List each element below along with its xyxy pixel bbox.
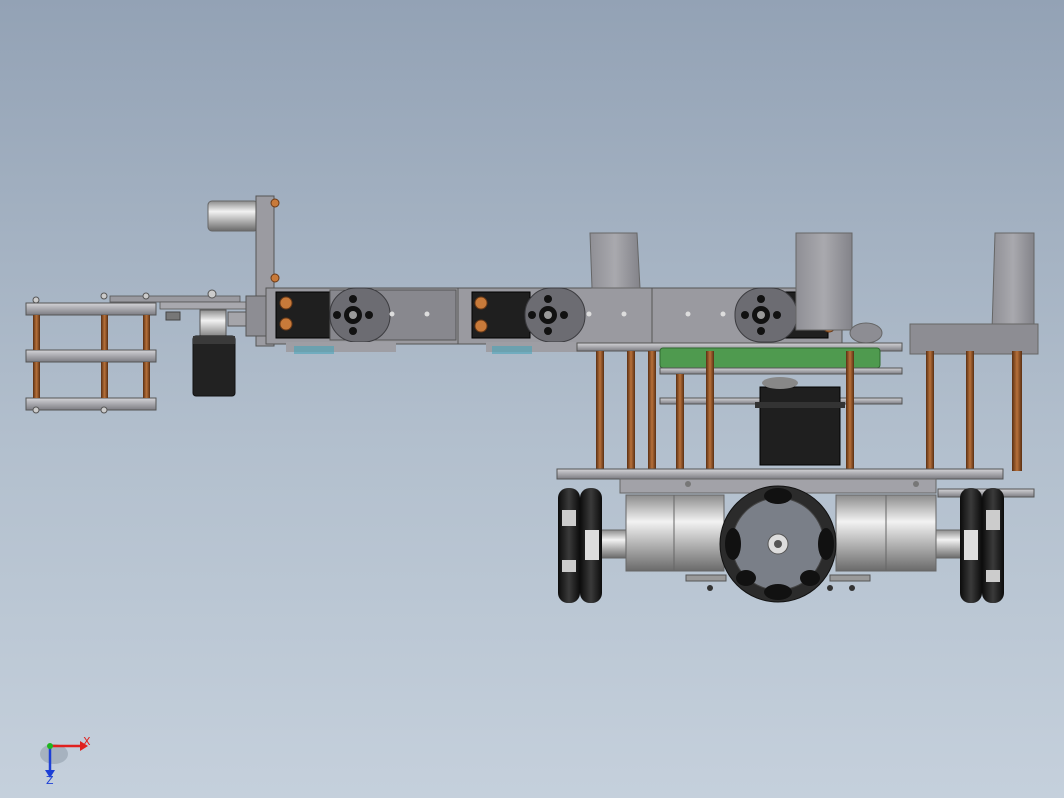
arm-servo-1 — [265, 287, 467, 354]
robot-model-view[interactable] — [0, 0, 1064, 798]
cad-viewport[interactable]: X Z — [0, 0, 1064, 798]
omni-wheel-left — [558, 488, 602, 603]
chassis — [556, 342, 1035, 498]
xyz-triad-icon: X Z — [40, 735, 91, 784]
drive-motor-right — [835, 494, 965, 572]
z-axis-label: Z — [46, 774, 54, 784]
omni-wheel-right — [960, 488, 1004, 603]
x-axis-label: X — [83, 735, 91, 748]
omni-wheel-center — [719, 485, 837, 603]
drive-motor-left — [597, 494, 725, 572]
